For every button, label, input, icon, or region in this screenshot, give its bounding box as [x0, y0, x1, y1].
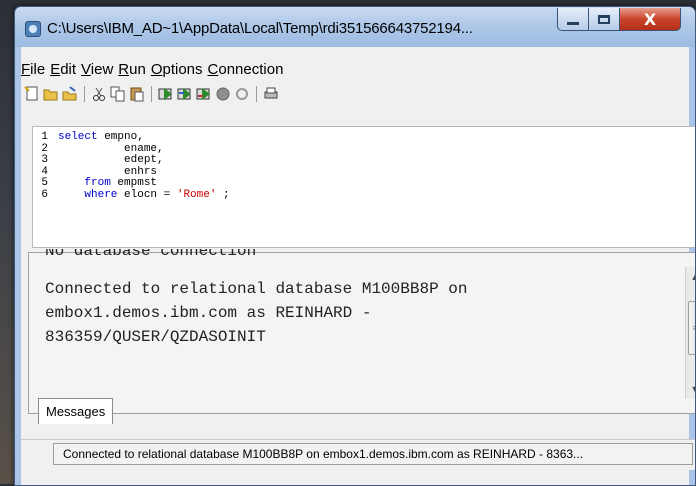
close-button[interactable]: X [619, 8, 681, 31]
sql-editor[interactable]: 1 select empno, 2 ename, 3 edept, 4 enhrs 5 f… [32, 126, 695, 248]
code-text: ename, [124, 142, 164, 155]
menu-item-edit[interactable]: Edit [50, 61, 81, 78]
print-icon[interactable] [262, 85, 280, 103]
maximize-icon [598, 14, 610, 24]
menu-label: un [129, 60, 146, 78]
close-icon: X [643, 9, 657, 29]
sql-keyword: where [84, 189, 118, 201]
menu-item-options[interactable]: Options [151, 61, 208, 78]
minimize-icon [567, 21, 579, 25]
toolbar [23, 84, 280, 104]
menu-mnemonic: C [207, 60, 219, 78]
menu-item-view[interactable]: View [81, 61, 118, 78]
run-all-icon[interactable] [195, 85, 213, 103]
code-text: ; [216, 189, 230, 201]
title-bar[interactable]: C:\Users\IBM_AD~1\AppData\Local\Temp\rdi… [15, 7, 695, 47]
sql-keyword: select [58, 131, 98, 143]
messages-panel[interactable]: No database connection Connected to rela… [28, 249, 695, 414]
cut-icon[interactable] [90, 85, 108, 103]
paste-icon[interactable] [128, 85, 146, 103]
window-title: C:\Users\IBM_AD~1\AppData\Local\Temp\rdi… [47, 20, 473, 37]
menu-label: dit [60, 60, 77, 78]
client-area: File Edit View Run Options Connection 1 select… [21, 47, 695, 485]
code-text: elocn = [117, 189, 177, 201]
new-file-icon[interactable] [23, 85, 41, 103]
menu-label: ptions [162, 60, 203, 78]
menu-mnemonic: O [150, 60, 163, 78]
menu-label: ile [30, 60, 46, 78]
toolbar-separator [151, 86, 152, 102]
messages-text[interactable]: No database connection Connected to rela… [45, 249, 672, 399]
menu-label: onnection [218, 60, 284, 78]
scroll-down-icon[interactable]: ▼ [686, 381, 695, 397]
menu-mnemonic: E [50, 60, 61, 78]
sql-keyword: from [84, 177, 111, 190]
message-line: embox1.demos.ibm.com as REINHARD - [45, 304, 372, 322]
maximize-button[interactable] [588, 8, 620, 31]
messages-scrollbar[interactable]: ▲ ≡ ▼ [685, 267, 695, 399]
line-number: 6 [41, 189, 48, 201]
save-icon[interactable] [61, 85, 79, 103]
menu-label: iew [90, 60, 114, 78]
scrollbar-thumb[interactable]: ≡ [688, 301, 695, 355]
tab-messages[interactable]: Messages [38, 398, 114, 424]
minimize-button[interactable] [557, 8, 589, 31]
cancel-icon[interactable] [233, 85, 251, 103]
scroll-up-icon[interactable]: ▲ [686, 269, 695, 285]
menu-item-file[interactable]: File [21, 61, 50, 78]
stop-icon[interactable] [214, 85, 232, 103]
status-text: Connected to relational database M100BB8… [53, 443, 693, 465]
code-text: edept, [124, 154, 164, 167]
message-partial-line: No database connection [45, 249, 257, 260]
menu-mnemonic: R [118, 60, 130, 78]
run-sql-icon[interactable] [157, 85, 175, 103]
code-text: empno, [97, 131, 144, 143]
menu-mnemonic: V [81, 60, 91, 78]
line-number: 1 [41, 131, 48, 143]
open-folder-icon[interactable] [42, 85, 60, 103]
panel-tabs: Messages [38, 398, 114, 424]
menu-mnemonic: F [21, 60, 31, 78]
code-text: enhrs [124, 165, 158, 178]
status-bar: Connected to relational database M100BB8… [21, 439, 695, 470]
copy-icon[interactable] [109, 85, 127, 103]
message-line: 836359/QUSER/QZDASOINIT [45, 328, 266, 346]
menu-item-run[interactable]: Run [118, 61, 151, 78]
app-window: C:\Users\IBM_AD~1\AppData\Local\Temp\rdi… [14, 6, 696, 486]
menu-bar: File Edit View Run Options Connection [21, 57, 288, 81]
code-text: empmst [110, 177, 158, 190]
message-line: Connected to relational database M100BB8… [45, 280, 468, 298]
code-line[interactable]: 6 where elocn = 'Rome' ; [33, 189, 230, 202]
toolbar-separator [84, 86, 85, 102]
toolbar-separator [256, 86, 257, 102]
sql-string-literal: 'Rome' [176, 189, 217, 201]
menu-item-connection[interactable]: Connection [208, 61, 289, 78]
app-icon[interactable] [25, 21, 41, 37]
run-selected-icon[interactable] [176, 85, 194, 103]
